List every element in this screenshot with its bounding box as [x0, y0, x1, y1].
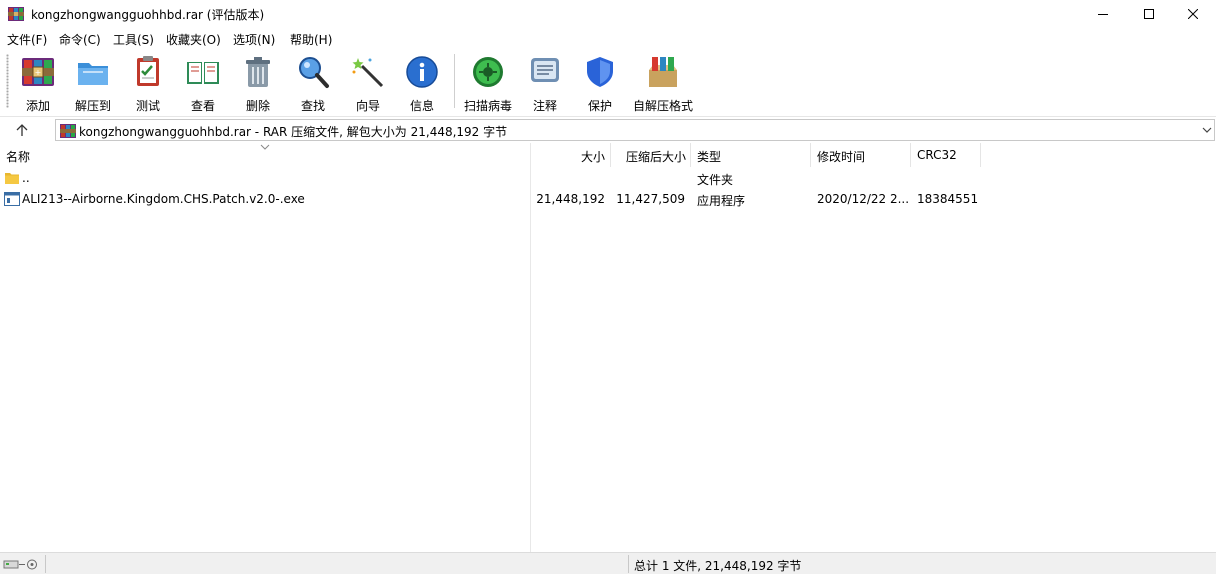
table-row[interactable]: .. 文件夹 — [0, 168, 1216, 189]
view-book-icon — [187, 62, 219, 84]
view-button[interactable]: 查看 — [180, 52, 226, 113]
row-size: 21,448,192 — [536, 192, 605, 206]
menu-options[interactable]: 选项(N) — [233, 31, 275, 48]
folder-icon — [5, 173, 19, 184]
column-modified-label: 修改时间 — [817, 150, 866, 164]
drive-icon[interactable] — [3, 557, 43, 571]
virus-scan-icon — [473, 57, 503, 87]
wizard-wand-icon — [352, 58, 384, 88]
sfx-box-icon — [649, 57, 677, 87]
extract-label: 解压到 — [74, 99, 111, 113]
column-header-name[interactable]: 名称 — [0, 143, 530, 167]
sfx-label: 自解压格式 — [632, 99, 693, 113]
column-divider[interactable] — [980, 143, 981, 167]
menu-tools[interactable]: 工具(S) — [113, 31, 154, 48]
scan-virus-label: 扫描病毒 — [463, 99, 512, 113]
column-size-label: 大小 — [580, 150, 605, 164]
exe-file-icon — [4, 192, 20, 206]
column-header-crc[interactable]: CRC32 — [911, 143, 981, 167]
window-title: kongzhongwangguohhbd.rar (评估版本) — [31, 8, 265, 22]
menu-favorites[interactable]: 收藏夹(O) — [166, 31, 221, 48]
status-bar: 总计 1 文件, 21,448,192 字节 — [0, 552, 1216, 574]
row-type: 应用程序 — [697, 194, 746, 208]
close-icon — [1188, 9, 1198, 19]
maximize-button[interactable] — [1126, 0, 1172, 28]
delete-trash-icon — [246, 57, 270, 87]
status-summary: 总计 1 文件, 21,448,192 字节 — [634, 559, 802, 573]
close-button[interactable] — [1170, 0, 1216, 28]
row-type: 文件夹 — [697, 173, 734, 187]
archive-icon — [60, 124, 76, 138]
add-archive-icon: + — [22, 58, 54, 86]
info-button[interactable]: 信息 — [400, 52, 444, 113]
view-label: 查看 — [190, 99, 215, 113]
path-combobox[interactable]: kongzhongwangguohhbd.rar - RAR 压缩文件, 解包大… — [55, 119, 1215, 141]
find-magnifier-icon — [299, 57, 329, 88]
info-icon — [406, 56, 438, 88]
extract-button[interactable]: 解压到 — [70, 52, 116, 113]
status-divider — [45, 555, 46, 573]
up-button[interactable] — [0, 117, 44, 142]
toolbar: + 添加 解压到 测试 查看 删除 查找 向导 信息 扫描病毒 注释 保护 自解… — [0, 48, 1216, 114]
protect-label: 保护 — [587, 99, 612, 113]
column-type-label: 类型 — [697, 150, 722, 164]
column-packed-label: 压缩后大小 — [625, 150, 686, 164]
winrar-app-icon[interactable] — [8, 6, 24, 22]
find-button[interactable]: 查找 — [291, 52, 335, 113]
address-bar: kongzhongwangguohhbd.rar - RAR 压缩文件, 解包大… — [0, 116, 1216, 142]
status-divider — [628, 555, 629, 573]
info-label: 信息 — [409, 99, 434, 113]
menu-bar: 文件(F) 命令(C) 工具(S) 收藏夹(O) 选项(N) 帮助(H) — [0, 28, 1216, 48]
column-header-modified[interactable]: 修改时间 — [811, 143, 911, 167]
row-packed: 11,427,509 — [616, 192, 685, 206]
protect-button[interactable]: 保护 — [578, 52, 622, 113]
wizard-button[interactable]: 向导 — [346, 52, 390, 113]
archive-path: kongzhongwangguohhbd.rar - RAR 压缩文件, 解包大… — [79, 125, 508, 139]
column-header-type[interactable]: 类型 — [691, 143, 811, 167]
comment-label: 注释 — [532, 99, 557, 113]
row-modified: 2020/12/22 2... — [817, 192, 910, 206]
sort-chevron-icon — [260, 144, 270, 150]
comment-icon — [531, 58, 559, 82]
delete-label: 删除 — [245, 99, 270, 113]
column-header-size[interactable]: 大小 — [531, 143, 611, 167]
comment-button[interactable]: 注释 — [524, 52, 566, 113]
wizard-label: 向导 — [355, 99, 380, 113]
find-label: 查找 — [300, 99, 325, 113]
table-row[interactable]: ALI213--Airborne.Kingdom.CHS.Patch.v2.0-… — [0, 189, 1216, 210]
svg-text:+: + — [35, 68, 42, 77]
chevron-down-icon[interactable] — [1202, 125, 1212, 135]
row-name: .. — [22, 171, 30, 185]
toolbar-grip[interactable] — [6, 54, 9, 108]
menu-commands[interactable]: 命令(C) — [59, 31, 101, 48]
column-name-label: 名称 — [6, 150, 31, 164]
column-header-packed[interactable]: 压缩后大小 — [611, 143, 691, 167]
test-label: 测试 — [135, 99, 160, 113]
test-clipboard-icon — [137, 56, 159, 86]
row-name: ALI213--Airborne.Kingdom.CHS.Patch.v2.0-… — [22, 192, 305, 206]
test-button[interactable]: 测试 — [126, 52, 170, 113]
add-label: 添加 — [25, 99, 50, 113]
column-crc-label: CRC32 — [917, 148, 957, 162]
scan-virus-button[interactable]: 扫描病毒 — [462, 52, 514, 113]
add-button[interactable]: + 添加 — [16, 52, 60, 113]
toolbar-separator — [454, 54, 455, 108]
menu-help[interactable]: 帮助(H) — [290, 31, 332, 48]
arrow-up-icon — [16, 123, 28, 136]
title-bar: kongzhongwangguohhbd.rar (评估版本) — [0, 0, 1216, 28]
file-list: 名称 大小 压缩后大小 类型 修改时间 CRC32 .. 文件夹 ALI213-… — [0, 143, 1216, 552]
extract-folder-icon — [78, 63, 108, 85]
delete-button[interactable]: 删除 — [236, 52, 280, 113]
minimize-icon — [1098, 14, 1108, 15]
minimize-button[interactable] — [1080, 0, 1126, 28]
menu-file[interactable]: 文件(F) — [7, 31, 47, 48]
sfx-button[interactable]: 自解压格式 — [630, 52, 696, 113]
shield-icon — [587, 57, 613, 87]
row-crc: 18384551 — [917, 192, 979, 206]
maximize-icon — [1144, 9, 1154, 19]
